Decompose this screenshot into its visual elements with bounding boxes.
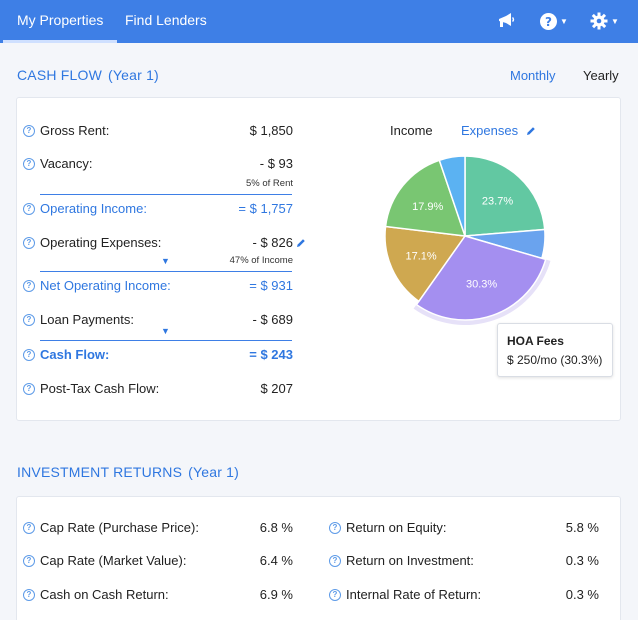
pie-slice-label: 17.9% [412, 201, 443, 213]
vacancy-note: 5% of Rent [246, 178, 293, 189]
vacancy-label: Vacancy: [40, 156, 93, 171]
chevron-down-icon: ▼ [611, 16, 619, 26]
help-circle-icon[interactable]: ? [23, 589, 35, 601]
help-circle-icon[interactable]: ? [329, 555, 341, 567]
pie-tooltip: HOA Fees $ 250/mo (30.3%) [497, 323, 613, 377]
cap-rate-purchase-label: Cap Rate (Purchase Price): [40, 520, 199, 535]
net-operating-income-label: Net Operating Income: [40, 278, 171, 293]
cash-on-cash-label: Cash on Cash Return: [40, 587, 169, 602]
cap-rate-purchase-row: ? Cap Rate (Purchase Price): 6.8 % [23, 520, 293, 540]
tooltip-detail: $ 250/mo (30.3%) [507, 353, 603, 367]
operating-expenses-row: ? Operating Expenses: - $ 826 [23, 235, 293, 255]
help-circle-icon[interactable]: ? [329, 522, 341, 534]
tab-find-lenders[interactable]: Find Lenders [125, 0, 207, 43]
divider-line [40, 340, 292, 341]
investment-card: ? Cap Rate (Purchase Price): 6.8 % ? Cap… [16, 496, 621, 620]
tab-my-properties[interactable]: My Properties [3, 0, 118, 43]
cashflow-subtitle: (Year 1) [108, 67, 159, 83]
help-circle-icon[interactable]: ? [23, 383, 35, 395]
help-circle-icon[interactable]: ? [23, 203, 35, 215]
operating-expenses-value[interactable]: - $ 826 [253, 235, 293, 250]
internal-rate-of-return-row: ? Internal Rate of Return: 0.3 % [329, 587, 599, 607]
return-on-equity-value: 5.8 % [565, 520, 599, 535]
net-operating-income-value: = $ 931 [249, 278, 293, 293]
tooltip-title: HOA Fees [507, 334, 564, 348]
top-nav-bar: My Properties Find Lenders ? ▼ ▼ [0, 0, 638, 43]
chevron-down-icon[interactable]: ▼ [161, 256, 170, 266]
help-icon: ? [540, 12, 557, 30]
cash-on-cash-row: ? Cash on Cash Return: 6.9 % [23, 587, 293, 607]
cashflow-section-title: CASH FLOW (Year 1) [17, 67, 159, 83]
operating-income-label: Operating Income: [40, 201, 147, 216]
toggle-yearly[interactable]: Yearly [583, 68, 619, 83]
cash-on-cash-value: 6.9 % [259, 587, 293, 602]
post-tax-cash-flow-label: Post-Tax Cash Flow: [40, 381, 160, 396]
post-tax-cash-flow-value: $ 207 [260, 381, 293, 396]
investment-subtitle: (Year 1) [188, 464, 240, 480]
megaphone-icon[interactable] [497, 9, 515, 33]
cap-rate-market-row: ? Cap Rate (Market Value): 6.4 % [23, 553, 293, 573]
cash-flow-label: Cash Flow: [40, 347, 110, 362]
internal-rate-of-return-value: 0.3 % [565, 587, 599, 602]
investment-title: INVESTMENT RETURNS [17, 464, 183, 480]
operating-income-value: = $ 1,757 [238, 201, 293, 216]
return-on-equity-row: ? Return on Equity: 5.8 % [329, 520, 599, 540]
loan-payments-value[interactable]: - $ 689 [253, 312, 293, 327]
divider-line [40, 194, 292, 195]
help-circle-icon[interactable]: ? [23, 237, 35, 249]
pie-slice-label: 17.1% [406, 250, 437, 262]
return-on-investment-value: 0.3 % [565, 553, 599, 568]
return-on-investment-row: ? Return on Investment: 0.3 % [329, 553, 599, 573]
operating-expenses-note: 47% of Income [229, 255, 293, 266]
toggle-monthly[interactable]: Monthly [510, 68, 556, 83]
cap-rate-market-value: 6.4 % [259, 553, 293, 568]
pencil-icon[interactable] [526, 126, 536, 136]
return-on-investment-label: Return on Investment: [346, 553, 474, 568]
net-operating-income-row: ? Net Operating Income: = $ 931 [23, 278, 293, 298]
help-circle-icon[interactable]: ? [23, 314, 35, 326]
cap-rate-purchase-value: 6.8 % [259, 520, 293, 535]
help-circle-icon[interactable]: ? [23, 125, 35, 137]
return-on-equity-label: Return on Equity: [346, 520, 447, 535]
gross-rent-value: $ 1,850 [249, 123, 293, 138]
cap-rate-market-label: Cap Rate (Market Value): [40, 553, 187, 568]
vacancy-row: ? Vacancy: - $ 93 [23, 156, 293, 176]
pie-slice-label: 23.7% [482, 196, 513, 208]
cashflow-title: CASH FLOW [17, 67, 103, 83]
help-circle-icon[interactable]: ? [23, 280, 35, 292]
loan-payments-label: Loan Payments: [40, 312, 134, 327]
pencil-icon[interactable] [296, 238, 306, 248]
pie-slice-label: 30.3% [466, 279, 497, 291]
gross-rent-row: ? Gross Rent: $ 1,850 [23, 123, 293, 143]
cash-flow-row: ? Cash Flow: = $ 243 [23, 347, 293, 367]
expenses-pie-chart[interactable]: 23.7% 30.3% 17.1% 17.9% [365, 136, 565, 336]
operating-income-row: ? Operating Income: = $ 1,757 [23, 201, 293, 221]
settings-menu-button[interactable]: ▼ [590, 9, 619, 33]
chevron-down-icon: ▼ [560, 16, 568, 26]
help-circle-icon[interactable]: ? [23, 158, 35, 170]
gross-rent-label: Gross Rent: [40, 123, 110, 138]
help-circle-icon[interactable]: ? [23, 522, 35, 534]
vacancy-value[interactable]: - $ 93 [260, 156, 293, 171]
operating-expenses-label: Operating Expenses: [40, 235, 162, 250]
gear-icon [590, 12, 608, 30]
help-circle-icon[interactable]: ? [23, 555, 35, 567]
post-tax-cash-flow-row: ? Post-Tax Cash Flow: $ 207 [23, 381, 293, 401]
investment-section-title: INVESTMENT RETURNS (Year 1) [17, 464, 239, 480]
internal-rate-of-return-label: Internal Rate of Return: [346, 587, 482, 602]
help-circle-icon[interactable]: ? [23, 349, 35, 361]
svg-text:?: ? [545, 15, 552, 29]
cash-flow-value: = $ 243 [249, 347, 293, 362]
loan-payments-row: ? Loan Payments: - $ 689 [23, 312, 293, 332]
divider-line [40, 271, 292, 272]
chevron-down-icon[interactable]: ▼ [161, 326, 170, 336]
help-circle-icon[interactable]: ? [329, 589, 341, 601]
help-menu-button[interactable]: ? ▼ [540, 9, 568, 33]
